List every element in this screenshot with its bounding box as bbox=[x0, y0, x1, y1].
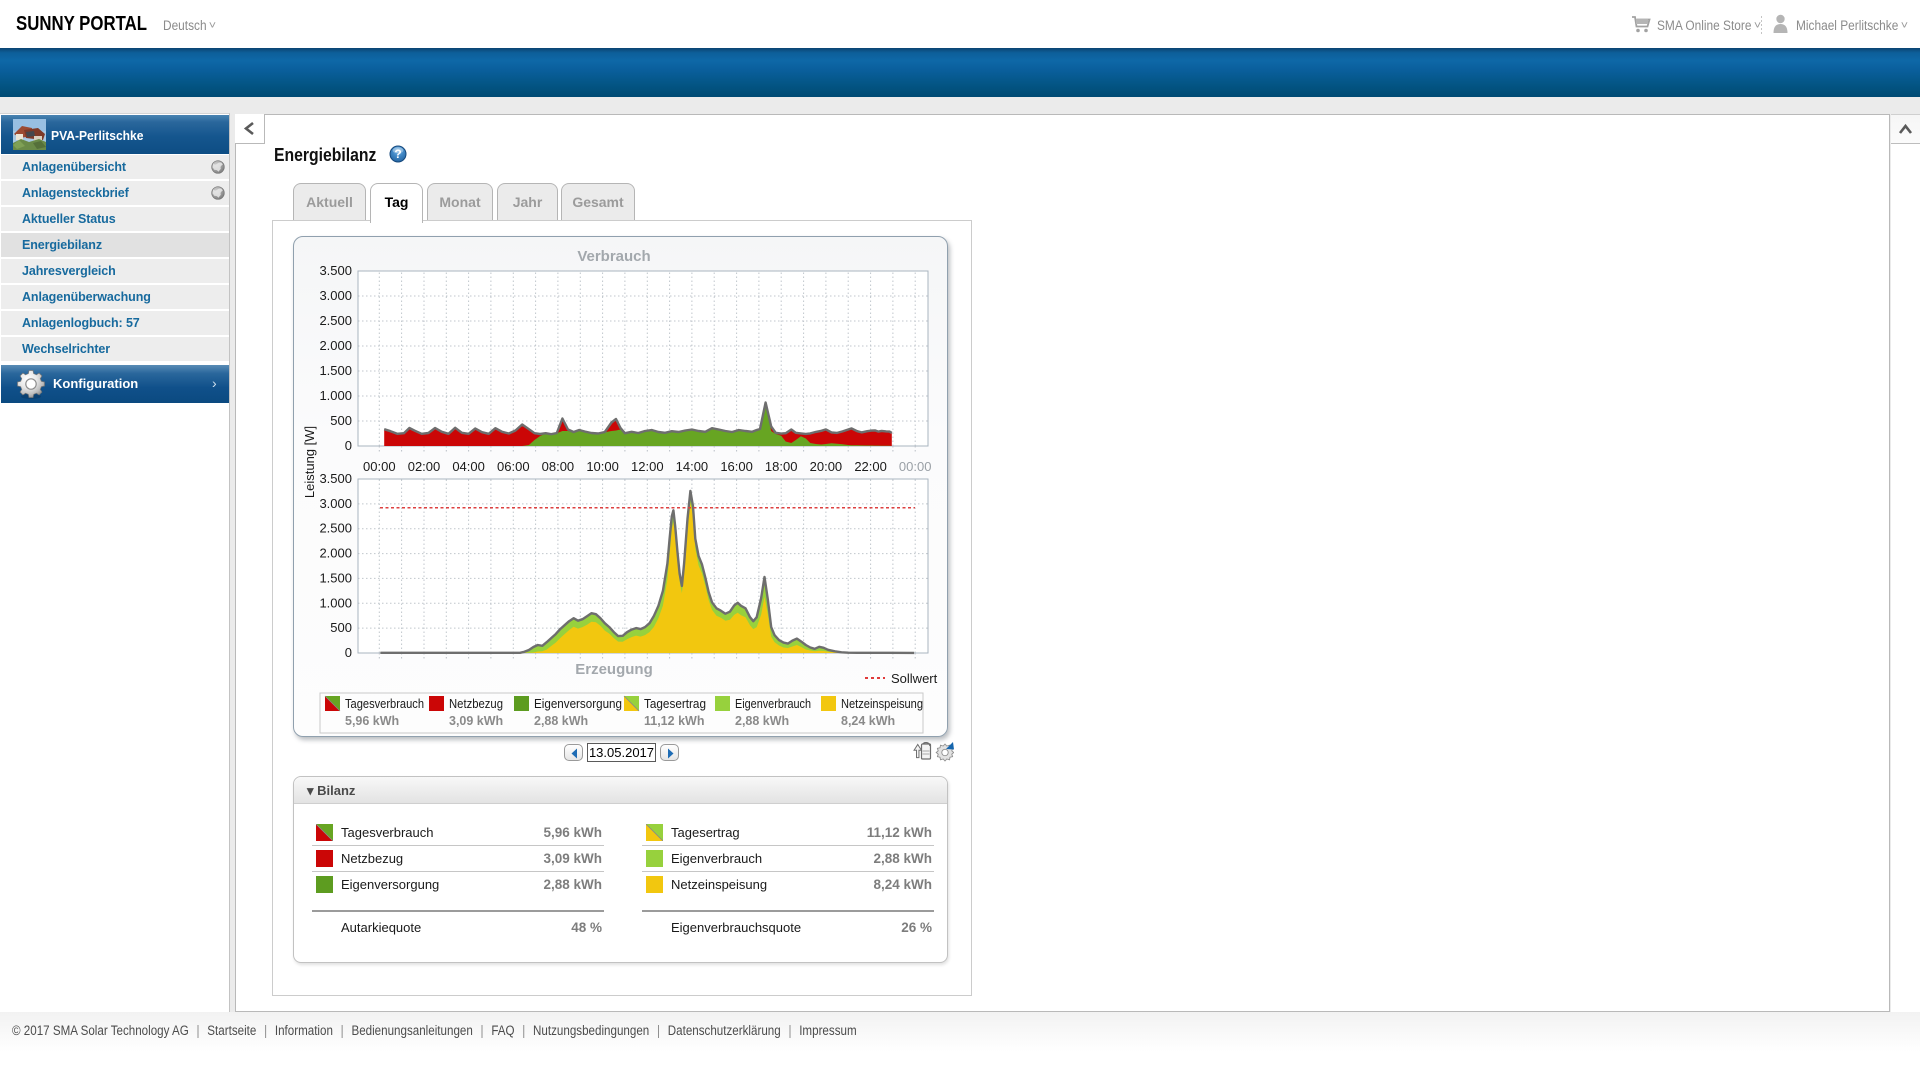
svg-text:2.000: 2.000 bbox=[319, 546, 352, 561]
svg-text:2,88 kWh: 2,88 kWh bbox=[534, 714, 588, 728]
svg-text:1.000: 1.000 bbox=[319, 388, 352, 403]
svg-text:00:00: 00:00 bbox=[899, 459, 932, 474]
svg-text:Verbrauch: Verbrauch bbox=[577, 248, 650, 265]
svg-text:08:00: 08:00 bbox=[542, 459, 575, 474]
svg-text:18:00: 18:00 bbox=[765, 459, 798, 474]
svg-text:Tagesertrag: Tagesertrag bbox=[644, 696, 706, 711]
svg-text:500: 500 bbox=[330, 413, 352, 428]
svg-text:00:00: 00:00 bbox=[363, 459, 396, 474]
svg-text:5,96 kWh: 5,96 kWh bbox=[345, 714, 399, 728]
svg-text:1.500: 1.500 bbox=[319, 570, 352, 585]
svg-text:500: 500 bbox=[330, 620, 352, 635]
svg-text:1.000: 1.000 bbox=[319, 595, 352, 610]
svg-text:Leistung [W]: Leistung [W] bbox=[302, 426, 317, 498]
svg-text:3,09 kWh: 3,09 kWh bbox=[449, 714, 503, 728]
svg-text:Sollwert: Sollwert bbox=[891, 671, 938, 686]
svg-text:22:00: 22:00 bbox=[854, 459, 887, 474]
svg-text:3.500: 3.500 bbox=[319, 471, 352, 486]
svg-text:02:00: 02:00 bbox=[408, 459, 441, 474]
svg-text:Netzeinspeisung: Netzeinspeisung bbox=[841, 696, 923, 711]
svg-text:0: 0 bbox=[345, 438, 352, 453]
svg-text:Eigenverbrauch: Eigenverbrauch bbox=[735, 696, 811, 711]
svg-text:2.500: 2.500 bbox=[319, 313, 352, 328]
svg-text:14:00: 14:00 bbox=[676, 459, 709, 474]
svg-text:12:00: 12:00 bbox=[631, 459, 664, 474]
svg-text:2.000: 2.000 bbox=[319, 338, 352, 353]
svg-text:10:00: 10:00 bbox=[586, 459, 619, 474]
svg-text:11,12 kWh: 11,12 kWh bbox=[644, 714, 704, 728]
svg-text:04:00: 04:00 bbox=[452, 459, 485, 474]
svg-text:06:00: 06:00 bbox=[497, 459, 530, 474]
svg-text:3.000: 3.000 bbox=[319, 496, 352, 511]
svg-text:3.500: 3.500 bbox=[319, 263, 352, 278]
svg-text:1.500: 1.500 bbox=[319, 363, 352, 378]
svg-text:2,88 kWh: 2,88 kWh bbox=[735, 714, 789, 728]
svg-text:Eigenversorgung: Eigenversorgung bbox=[534, 696, 622, 711]
svg-text:3.000: 3.000 bbox=[319, 288, 352, 303]
svg-text:20:00: 20:00 bbox=[810, 459, 843, 474]
svg-text:?: ? bbox=[394, 147, 401, 161]
svg-text:Tagesverbrauch: Tagesverbrauch bbox=[345, 696, 424, 711]
svg-text:2.500: 2.500 bbox=[319, 521, 352, 536]
svg-text:0: 0 bbox=[345, 645, 352, 660]
svg-text:Netzbezug: Netzbezug bbox=[449, 696, 503, 711]
svg-text:8,24 kWh: 8,24 kWh bbox=[841, 714, 895, 728]
svg-text:16:00: 16:00 bbox=[720, 459, 753, 474]
svg-text:Erzeugung: Erzeugung bbox=[575, 661, 653, 678]
